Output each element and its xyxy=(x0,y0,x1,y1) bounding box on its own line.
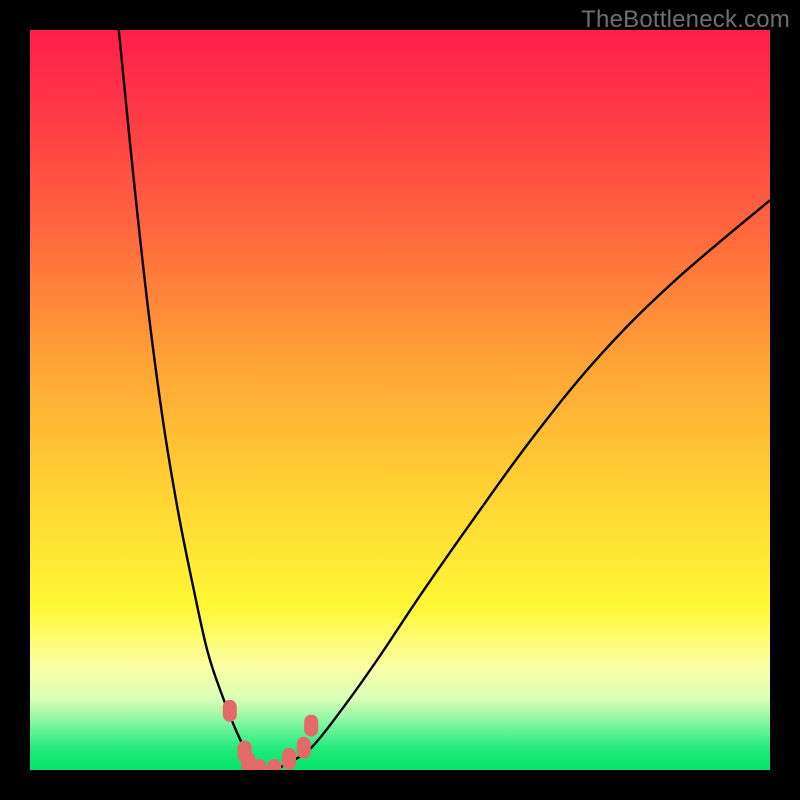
chart-frame: TheBottleneck.com xyxy=(0,0,800,800)
plot-area xyxy=(30,30,770,770)
curve-layer xyxy=(30,30,770,770)
watermark-text: TheBottleneck.com xyxy=(581,6,790,34)
marker-cluster-left-upper xyxy=(223,700,237,722)
curve-left xyxy=(119,30,260,770)
marker-cluster-right-a xyxy=(282,748,296,770)
marker-cluster-bottom-b xyxy=(267,759,281,770)
marker-cluster-right-b xyxy=(297,737,311,759)
curve-right xyxy=(274,200,770,770)
marker-cluster-right-c xyxy=(304,715,318,737)
